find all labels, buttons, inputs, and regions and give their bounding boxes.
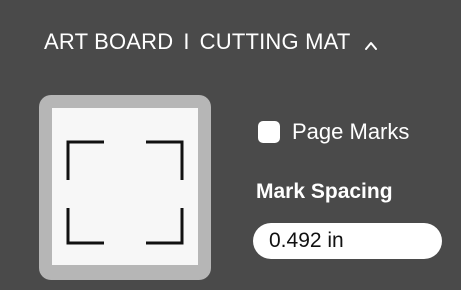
header-separator: I (183, 29, 190, 54)
mark-spacing-value: 0.492 in (269, 229, 344, 252)
chevron-up-icon[interactable] (363, 34, 379, 50)
section-header[interactable]: ART BOARD I CUTTING MAT (44, 22, 379, 62)
mark-spacing-input[interactable]: 0.492 in (253, 223, 442, 259)
page-marks-checkbox[interactable] (258, 121, 280, 143)
header-cutting-mat: CUTTING MAT (199, 29, 351, 54)
header-art-board: ART BOARD (44, 29, 174, 54)
mark-spacing-label: Mark Spacing (256, 180, 393, 203)
page-marks-option[interactable]: Page Marks (258, 118, 409, 146)
cutting-mat-panel: ART BOARD I CUTTING MAT Page Marks Mark … (0, 0, 461, 290)
page-marks-preview (39, 95, 211, 280)
crop-marks-icon (66, 140, 184, 245)
page-marks-label: Page Marks (292, 119, 410, 144)
preview-page (52, 108, 198, 265)
